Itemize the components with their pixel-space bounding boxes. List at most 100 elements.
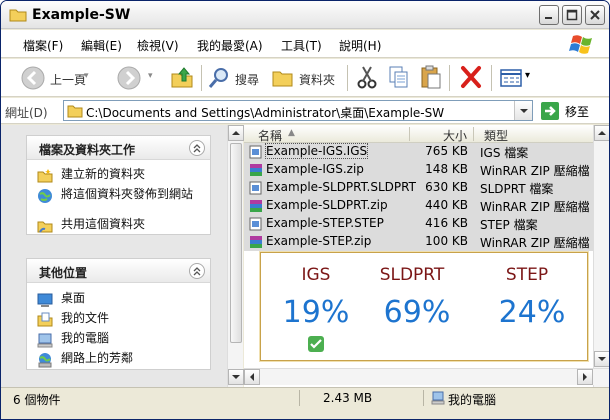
- other-places-title: 其他位置: [39, 266, 88, 280]
- menu-view[interactable]: 檢視(V): [137, 37, 179, 54]
- views-button[interactable]: ▾: [499, 64, 535, 92]
- column-type[interactable]: 類型: [484, 127, 508, 144]
- task-pane: 檔案及資料夾工作 建立新的資料夾 將這個資料夾發佈到網站 共用這個資料夾 其他位…: [1, 125, 244, 387]
- chevron-down-icon: [520, 109, 528, 113]
- file-size: 148 KB: [425, 162, 468, 176]
- percent-igs: 19%: [282, 295, 350, 330]
- file-size: 630 KB: [425, 180, 468, 194]
- collapse-chevron-icon[interactable]: [189, 140, 205, 156]
- forward-dropdown-icon[interactable]: ▾: [148, 71, 153, 81]
- column-separator[interactable]: [473, 127, 474, 141]
- views-icon: [500, 69, 522, 87]
- toolbar-separator: [201, 65, 202, 91]
- file-row[interactable]: Example-SLDPRT.SLDPRT 630 KB SLDPRT 檔案: [244, 179, 593, 197]
- menu-tools[interactable]: 工具(T): [281, 37, 322, 54]
- scroll-up-icon: [232, 131, 240, 135]
- folder-icon: [67, 105, 83, 118]
- file-name: Example-SLDPRT.SLDPRT: [266, 180, 416, 194]
- copy-icon: [389, 66, 408, 88]
- forward-button[interactable]: ▾: [117, 64, 159, 92]
- scroll-up-button[interactable]: [594, 125, 609, 141]
- file-row[interactable]: Example-IGS.IGS 765 KB IGS 檔案: [244, 143, 593, 161]
- back-dropdown-icon[interactable]: ▾: [84, 71, 89, 81]
- address-path: C:\Documents and Settings\Administrator\…: [86, 106, 445, 120]
- file-row[interactable]: Example-STEP.zip 100 KB WinRAR ZIP 壓縮檔: [244, 233, 593, 251]
- collapse-chevron-icon[interactable]: [189, 263, 205, 279]
- status-location: 我的電腦: [448, 393, 497, 407]
- back-button[interactable]: 上一頁 ▾: [21, 64, 93, 92]
- other-places-header[interactable]: 其他位置: [27, 259, 210, 283]
- menu-favorites[interactable]: 我的最愛(A): [197, 37, 263, 54]
- file-size: 416 KB: [425, 216, 468, 230]
- toolbar-separator: [449, 65, 450, 91]
- scroll-thumb[interactable]: [230, 143, 242, 343]
- menu-help[interactable]: 說明(H): [339, 37, 381, 54]
- minimize-button[interactable]: [539, 5, 559, 25]
- file-tasks-header[interactable]: 檔案及資料夾工作: [27, 136, 210, 160]
- maximize-icon: [566, 9, 578, 21]
- scroll-up-icon: [598, 131, 606, 135]
- new-folder-icon: [37, 169, 53, 183]
- scroll-up-button[interactable]: [228, 125, 244, 141]
- column-name[interactable]: 名稱: [258, 127, 282, 144]
- up-folder-button[interactable]: [169, 64, 195, 92]
- views-dropdown-icon[interactable]: ▾: [525, 70, 530, 81]
- scroll-down-icon: [598, 357, 606, 361]
- close-icon: [590, 10, 600, 20]
- scroll-down-button[interactable]: [594, 351, 609, 367]
- window-title: Example-SW: [32, 7, 131, 23]
- compression-card: IGS SLDPRT STEP 19% 69% 24%: [260, 252, 588, 361]
- back-arrow-icon: [21, 66, 45, 90]
- toolbar: 上一頁 ▾ ▾ 搜尋 資料夾 ▾: [1, 59, 609, 97]
- checkmark-icon: [308, 336, 324, 352]
- menu-edit[interactable]: 編輯(E): [81, 37, 122, 54]
- file-size: 765 KB: [425, 144, 468, 158]
- zip-icon: [250, 164, 262, 176]
- file-type: WinRAR ZIP 壓縮檔: [480, 236, 590, 250]
- file-row[interactable]: Example-STEP.STEP 416 KB STEP 檔案: [244, 215, 593, 233]
- address-label: 網址(D): [5, 106, 48, 120]
- title-bar[interactable]: Example-SW: [1, 1, 609, 29]
- folders-button[interactable]: 資料夾: [271, 64, 341, 92]
- igs-file-icon: [249, 145, 262, 159]
- explorer-window: Example-SW 檔案(F) 編輯(E) 檢視(V) 我的最愛(A) 工具(…: [0, 0, 610, 420]
- menu-file[interactable]: 檔案(F): [23, 37, 63, 54]
- file-tasks-title: 檔案及資料夾工作: [39, 143, 136, 157]
- my-computer-icon: [37, 333, 53, 348]
- column-separator[interactable]: [409, 127, 410, 141]
- delete-button[interactable]: [459, 64, 483, 92]
- scroll-left-button[interactable]: [244, 369, 260, 385]
- paste-icon: [421, 65, 441, 89]
- close-button[interactable]: [585, 5, 605, 25]
- maximize-button[interactable]: [562, 5, 582, 25]
- file-name: Example-IGS.IGS: [264, 143, 369, 159]
- go-label: 移至: [565, 105, 590, 119]
- scroll-right-button[interactable]: [577, 369, 593, 385]
- file-list-hscrollbar[interactable]: [244, 368, 609, 385]
- go-arrow-icon: [541, 102, 559, 120]
- task-pane-scrollbar[interactable]: [227, 125, 244, 387]
- search-button[interactable]: 搜尋: [207, 64, 263, 92]
- address-input[interactable]: C:\Documents and Settings\Administrator\…: [63, 100, 533, 121]
- column-size[interactable]: 大小: [443, 127, 467, 144]
- status-separator: [299, 390, 300, 406]
- copy-button[interactable]: [387, 64, 411, 92]
- scroll-right-icon: [583, 373, 587, 381]
- scroll-down-button[interactable]: [228, 369, 244, 385]
- file-name: Example-STEP.zip: [266, 234, 372, 248]
- status-separator: [423, 390, 424, 406]
- search-icon: [208, 68, 228, 88]
- paste-button[interactable]: [419, 64, 443, 92]
- file-list-vscrollbar[interactable]: [593, 125, 609, 387]
- file-row[interactable]: Example-IGS.zip 148 KB WinRAR ZIP 壓縮檔: [244, 161, 593, 179]
- file-type: WinRAR ZIP 壓縮檔: [480, 164, 590, 178]
- address-dropdown-button[interactable]: [514, 101, 532, 120]
- go-button[interactable]: 移至: [541, 101, 607, 121]
- percent-step: 24%: [498, 295, 566, 330]
- cut-button[interactable]: [355, 64, 379, 92]
- format-label-step: STEP: [505, 265, 549, 285]
- sort-ascending-icon: ▲: [288, 128, 295, 138]
- toolbar-separator: [347, 65, 348, 91]
- file-size: 100 KB: [425, 234, 468, 248]
- file-row[interactable]: Example-SLDPRT.zip 440 KB WinRAR ZIP 壓縮檔: [244, 197, 593, 215]
